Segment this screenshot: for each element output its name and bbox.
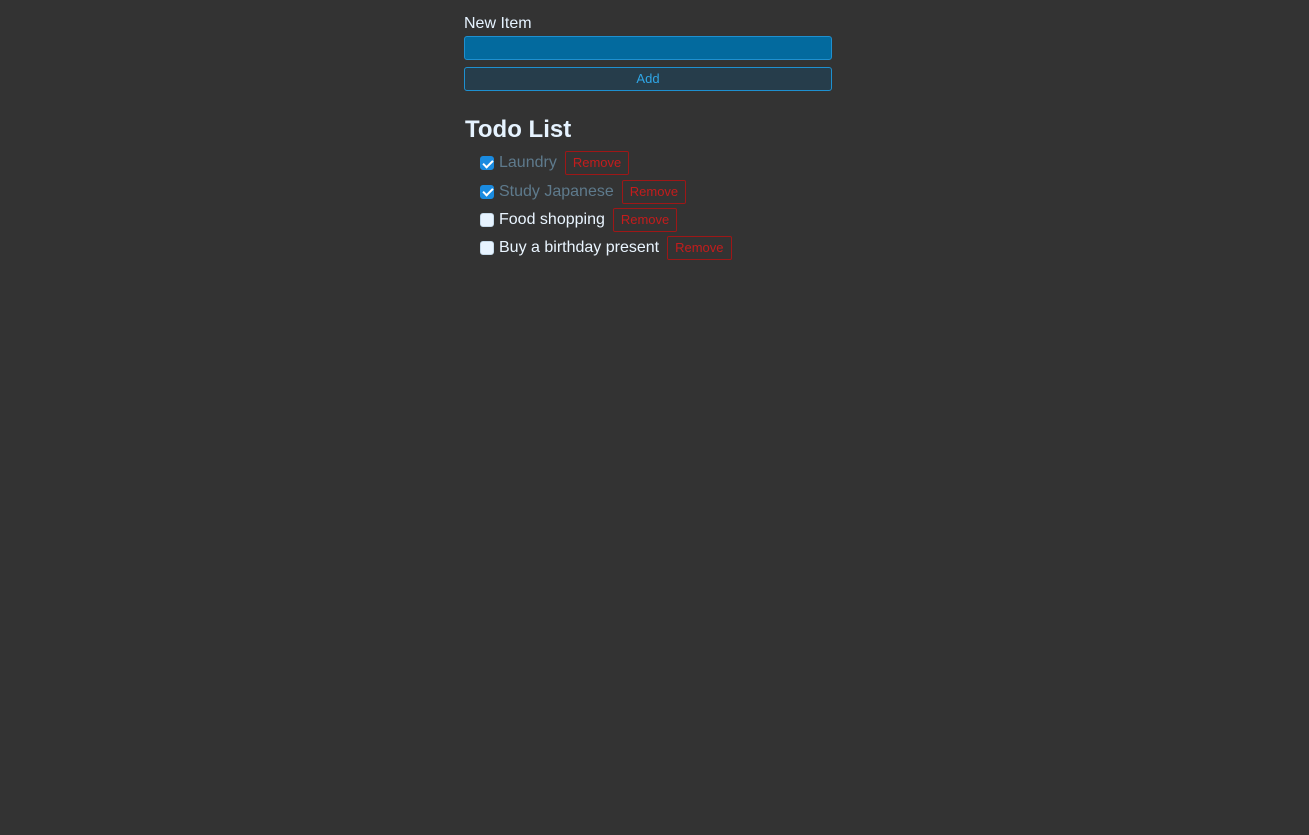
new-item-input[interactable] — [464, 36, 832, 60]
remove-button[interactable]: Remove — [667, 236, 732, 261]
todo-app: New Item Add Todo List Laundry Remove St… — [464, 14, 832, 263]
remove-button[interactable]: Remove — [564, 151, 630, 176]
todo-list: Laundry Remove Study Japanese Remove Foo… — [480, 149, 832, 263]
todo-item: Buy a birthday present Remove — [480, 234, 832, 262]
remove-button[interactable]: Remove — [621, 179, 687, 204]
todo-item-label: Study Japanese — [499, 182, 614, 200]
remove-button[interactable]: Remove — [612, 207, 678, 232]
todo-checkbox[interactable] — [480, 241, 494, 256]
todo-checkbox[interactable] — [480, 212, 494, 227]
new-item-label: New Item — [464, 15, 532, 32]
add-button[interactable]: Add — [464, 67, 832, 91]
todo-item-label: Laundry — [499, 154, 557, 172]
todo-item: Study Japanese Remove — [480, 177, 832, 205]
todo-item-label: Food shopping — [499, 210, 605, 228]
todo-item: Food shopping Remove — [480, 206, 832, 234]
todo-item-label: Buy a birthday present — [499, 239, 660, 257]
list-title: Todo List — [465, 116, 572, 143]
todo-checkbox[interactable] — [480, 184, 494, 199]
todo-item: Laundry Remove — [480, 149, 832, 177]
todo-checkbox[interactable] — [480, 156, 494, 171]
